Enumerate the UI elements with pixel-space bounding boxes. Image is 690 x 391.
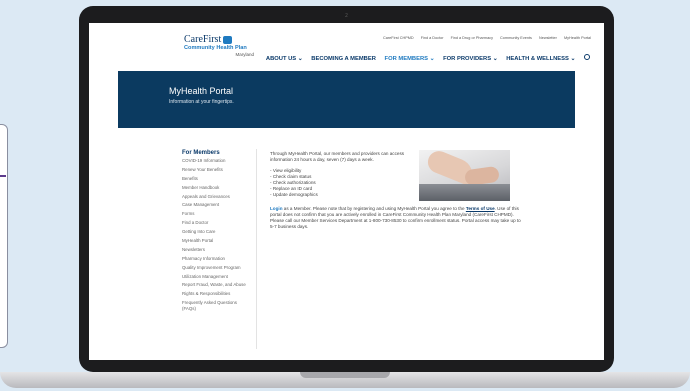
sidebar-item-case-management[interactable]: Case Management — [182, 202, 252, 208]
intro-text: Through MyHealth Portal, our members and… — [270, 151, 405, 162]
shield-icon — [223, 35, 233, 44]
site-header: CareFirst Community Health Plan Maryland… — [89, 23, 604, 71]
sidebar-item-forms[interactable]: Forms — [182, 211, 252, 217]
logo-main-text: CareFirst — [184, 34, 222, 45]
laptop-notch — [300, 372, 390, 378]
side-card-tick — [0, 175, 6, 177]
nav-for-members[interactable]: FOR MEMBERS ⌄ — [385, 56, 435, 62]
sidebar-item-member-handbook[interactable]: Member Handbook — [182, 185, 252, 191]
page-subtitle: Information at your fingertips. — [169, 99, 234, 105]
main-nav: ABOUT US ⌄ BECOMING A MEMBER FOR MEMBERS… — [259, 54, 590, 62]
sidebar-item-quality[interactable]: Quality Improvement Program — [182, 265, 252, 271]
top-link-community-events[interactable]: Community Events — [500, 36, 532, 40]
nav-becoming-member[interactable]: BECOMING A MEMBER — [311, 56, 376, 62]
page-title: MyHealth Portal — [169, 86, 234, 96]
sidebar-item-myhealth-portal[interactable]: MyHealth Portal — [182, 238, 252, 244]
sidebar-item-benefits[interactable]: Benefits — [182, 176, 252, 182]
sidebar-item-renew-benefits[interactable]: Renew Your Benefits — [182, 167, 252, 173]
sidebar-item-appeals[interactable]: Appeals and Grievances — [182, 194, 252, 200]
login-paragraph: Login as a Member. Please note that by r… — [270, 206, 521, 230]
terms-of-use-link[interactable]: Terms of Use — [466, 206, 495, 211]
hero-banner: MyHealth Portal Information at your fing… — [118, 71, 575, 128]
side-card — [0, 124, 8, 348]
login-text-a: as a Member. Please note that by registe… — [282, 206, 466, 211]
sidebar-item-faqs[interactable]: Frequently Asked Questions (FAQs) — [182, 300, 252, 311]
column-divider — [256, 149, 257, 349]
top-link-myhealth-portal[interactable]: MyHealth Portal — [564, 36, 591, 40]
sidebar-item-newsletters[interactable]: Newsletters — [182, 247, 252, 253]
typing-hands-photo — [419, 150, 510, 201]
laptop-screen: CareFirst Community Health Plan Maryland… — [89, 23, 604, 360]
sidebar-item-rights[interactable]: Rights & Responsibilities — [182, 291, 252, 297]
logo-state-text: Maryland — [235, 52, 254, 57]
nav-for-providers[interactable]: FOR PROVIDERS ⌄ — [443, 56, 497, 62]
sidebar-item-report-fraud[interactable]: Report Fraud, Waste, and Abuse — [182, 282, 252, 288]
sidebar-item-find-doctor[interactable]: Find a Doctor — [182, 220, 252, 226]
top-link-chpmd[interactable]: CareFirst CHPMD — [383, 36, 414, 40]
logo-sub-text: Community Health Plan — [184, 45, 247, 51]
top-link-find-drug[interactable]: Find a Drug or Pharmacy — [451, 36, 493, 40]
nav-about-us[interactable]: ABOUT US ⌄ — [266, 56, 303, 62]
sidebar-heading: For Members — [182, 150, 220, 156]
sidebar-item-covid[interactable]: COVID-19 Information — [182, 158, 252, 164]
top-link-newsletter[interactable]: Newsletter — [539, 36, 557, 40]
nav-health-wellness[interactable]: HEALTH & WELLNESS ⌄ — [506, 56, 575, 62]
login-link[interactable]: Login — [270, 206, 283, 211]
members-sidebar: For Members COVID-19 Information Renew Y… — [182, 150, 252, 315]
sidebar-item-pharmacy[interactable]: Pharmacy Information — [182, 256, 252, 262]
carefirst-logo[interactable]: CareFirst Community Health Plan Maryland — [184, 34, 254, 58]
search-icon[interactable] — [584, 54, 590, 60]
sidebar-item-utilization[interactable]: Utilization Management — [182, 274, 252, 280]
top-links: CareFirst CHPMD Find a Doctor Find a Dru… — [377, 36, 591, 40]
top-link-find-doctor[interactable]: Find a Doctor — [421, 36, 444, 40]
camera-label: 2 — [344, 13, 349, 19]
photo-keyboard — [419, 184, 510, 201]
sidebar-item-getting-care[interactable]: Getting Into Care — [182, 229, 252, 235]
